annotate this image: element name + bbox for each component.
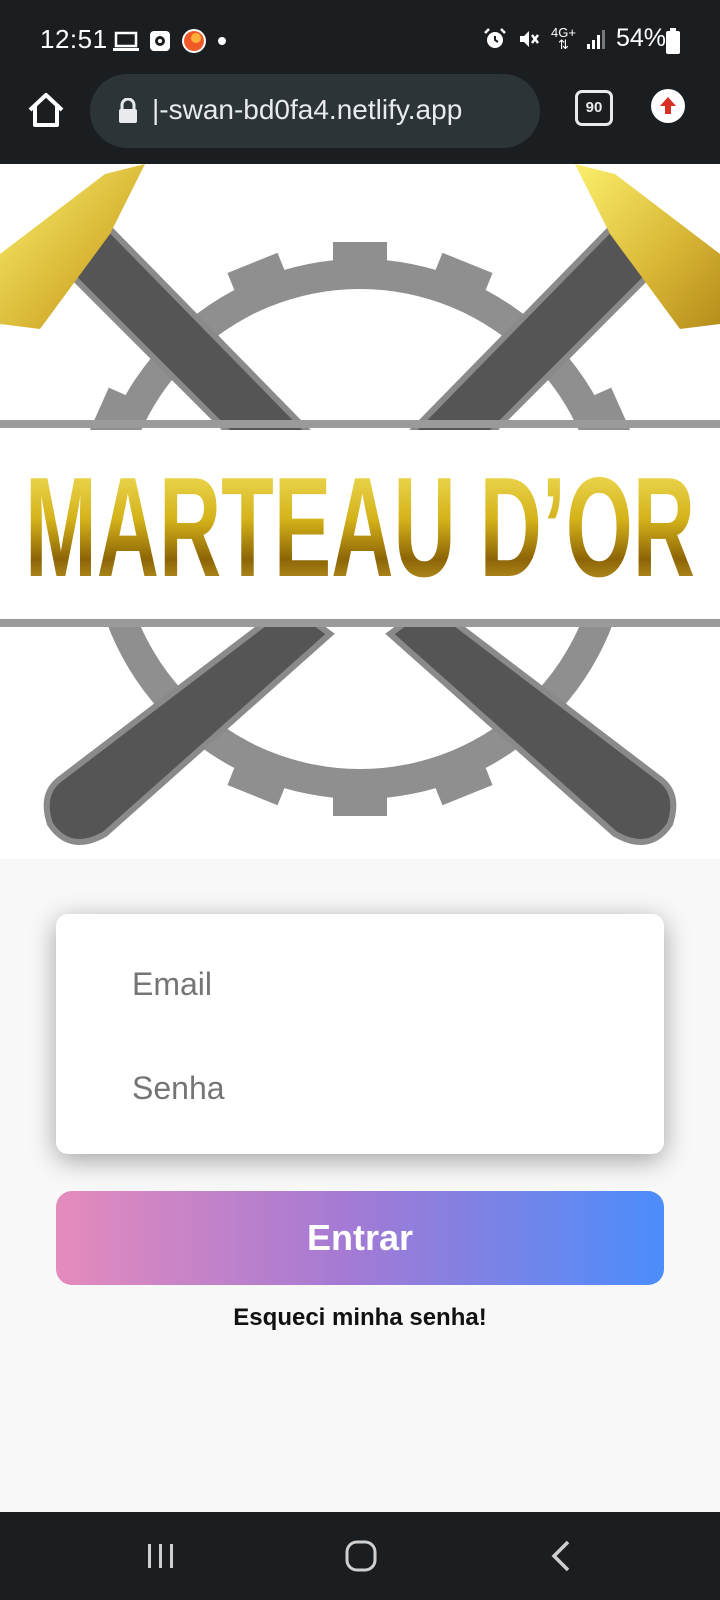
status-right-icons: 4G+ ⇅ 54%	[483, 24, 666, 53]
tabs-button[interactable]: 90	[575, 90, 613, 126]
laptop-icon	[113, 31, 139, 51]
hammer-gear-illustration: MARTEAU D’OR	[0, 164, 720, 845]
app-notification-icon	[182, 29, 206, 53]
browser-toolbar: |-swan-bd0fa4.netlify.app 90	[0, 74, 720, 164]
alarm-icon	[484, 27, 506, 48]
tab-count: 90	[585, 99, 603, 116]
network-label: 4G+	[551, 24, 576, 40]
update-icon[interactable]	[650, 88, 686, 124]
navigation-bar	[0, 1512, 720, 1600]
back-icon[interactable]	[538, 1538, 588, 1574]
screen-record-icon	[150, 31, 170, 51]
address-bar[interactable]: |-swan-bd0fa4.netlify.app	[90, 74, 540, 148]
password-input[interactable]	[56, 1048, 664, 1128]
url-text[interactable]: |-swan-bd0fa4.netlify.app	[152, 94, 532, 130]
dot-icon	[218, 37, 226, 45]
forgot-password-label: Esqueci minha senha!	[233, 1304, 487, 1331]
signal-icon	[586, 29, 605, 49]
banner-bottom-line	[0, 619, 720, 627]
network-4g-icon: 4G+ ⇅	[551, 24, 576, 52]
battery-icon	[666, 28, 680, 54]
login-button-label: Entrar	[306, 1217, 414, 1258]
status-time: 12:51	[40, 24, 108, 54]
brand-logo-text: MARTEAU D’OR	[25, 448, 695, 607]
email-input[interactable]	[56, 944, 664, 1024]
home-icon[interactable]	[24, 88, 68, 132]
recents-icon[interactable]	[136, 1538, 186, 1574]
home-nav-icon[interactable]	[336, 1538, 386, 1574]
battery-percent: 54%	[615, 24, 666, 52]
status-bar: 12:51 4G+ ⇅ 54%	[0, 0, 720, 82]
hero-logo: MARTEAU D’OR	[0, 164, 720, 859]
status-left-icons	[113, 26, 227, 56]
login-card	[56, 914, 664, 1154]
lock-icon	[119, 98, 137, 123]
login-button[interactable]: Entrar	[56, 1191, 664, 1285]
mute-icon	[520, 30, 540, 47]
banner-top-line	[0, 420, 720, 428]
forgot-password-link[interactable]: Esqueci minha senha!	[0, 1304, 720, 1332]
